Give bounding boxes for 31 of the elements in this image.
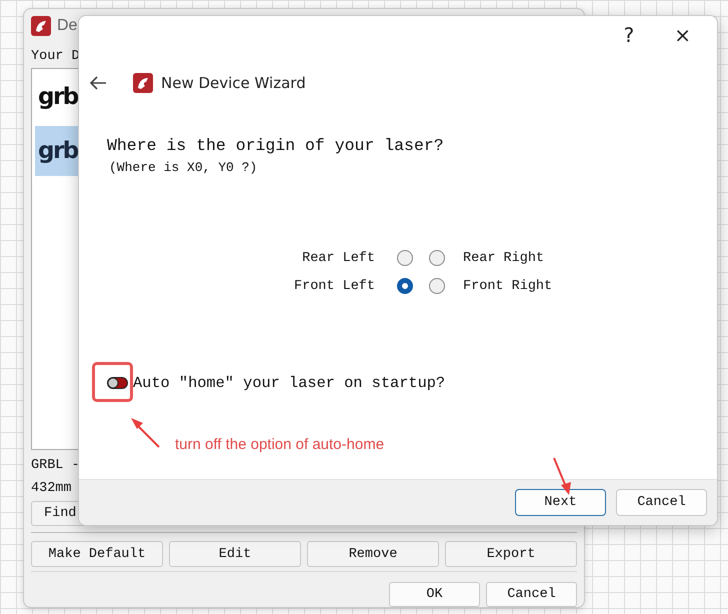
highlight-box bbox=[92, 362, 133, 402]
question-text: Where is the origin of your laser? bbox=[107, 136, 445, 155]
radio-label: Rear Right bbox=[462, 250, 546, 266]
hint-text: (Where is X0, Y0 ?) bbox=[109, 160, 258, 175]
dialog-button[interactable]: Cancel bbox=[486, 582, 577, 607]
radio-button[interactable] bbox=[397, 278, 414, 294]
wizard-button[interactable]: Cancel bbox=[616, 489, 707, 516]
action-button[interactable]: Export bbox=[445, 541, 577, 567]
window-title: De bbox=[57, 16, 78, 35]
radio-button[interactable] bbox=[429, 250, 446, 266]
device-info: 432mm bbox=[31, 481, 73, 496]
device-info: GRBL - bbox=[31, 458, 81, 474]
radio-label: Rear Left bbox=[301, 250, 376, 266]
app-logo-icon bbox=[133, 73, 153, 93]
action-button[interactable]: Edit bbox=[169, 541, 301, 567]
radio-button[interactable] bbox=[397, 250, 414, 266]
auto-home-label: Auto ″home″ your laser on startup? bbox=[133, 374, 446, 392]
app-logo-icon bbox=[31, 16, 51, 36]
close-button[interactable]: × bbox=[670, 23, 695, 47]
radio-label: Front Left bbox=[294, 278, 376, 294]
radio-button[interactable] bbox=[429, 278, 446, 294]
toggle-switch[interactable] bbox=[107, 377, 128, 389]
back-arrow-icon[interactable] bbox=[89, 75, 107, 91]
action-button[interactable]: Make Default bbox=[31, 541, 163, 567]
help-button[interactable]: ? bbox=[620, 23, 638, 47]
annotation-text: turn off the option of auto-home bbox=[175, 436, 384, 453]
wizard-title: New Device Wizard bbox=[161, 74, 306, 92]
wizard-button[interactable]: Next bbox=[515, 489, 606, 516]
action-button[interactable]: Remove bbox=[307, 541, 439, 567]
radio-label: Front Right bbox=[462, 278, 552, 294]
dialog-button[interactable]: OK bbox=[389, 582, 480, 607]
